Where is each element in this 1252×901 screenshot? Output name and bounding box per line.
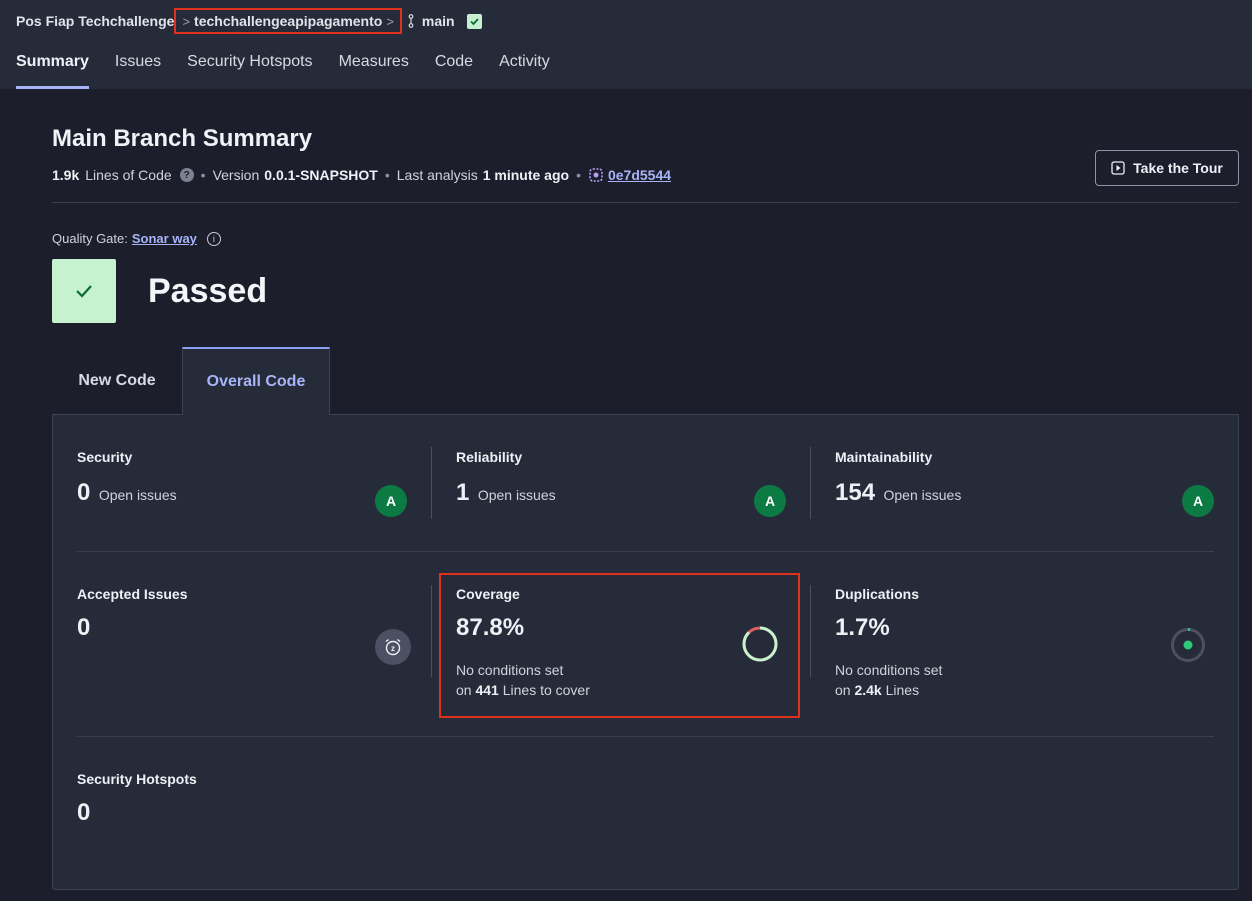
duplications-note-prefix: on [835, 682, 851, 698]
reliability-sub: Open issues [477, 487, 556, 503]
meta-separator: • [576, 167, 581, 183]
divider [431, 585, 432, 677]
maintainability-value[interactable]: 154 [835, 479, 875, 506]
duplications-title: Duplications [835, 586, 920, 602]
passed-check-icon [52, 259, 116, 323]
security-sub: Open issues [98, 487, 177, 503]
security-value[interactable]: 0 [77, 479, 90, 506]
quality-gate-label: Quality Gate: Sonar way i [52, 231, 221, 246]
quality-gate-check-icon [466, 13, 482, 29]
breadcrumb-separator: > [182, 13, 191, 29]
help-icon[interactable]: ? [179, 168, 194, 182]
take-the-tour-label: Take the Tour [1133, 160, 1223, 176]
commit-link[interactable]: 0e7d5544 [608, 167, 671, 183]
divider [77, 551, 1214, 552]
divider [52, 202, 1239, 203]
tab-summary[interactable]: Summary [16, 51, 89, 89]
analysis-value: 1 minute ago [482, 167, 570, 183]
accepted-issues-title: Accepted Issues [77, 586, 188, 602]
branch-icon [408, 14, 414, 28]
duplications-lines-value: 2.4k [854, 682, 882, 698]
duplications-value[interactable]: 1.7% [835, 614, 942, 642]
project-nav: Summary Issues Security Hotspots Measure… [16, 51, 576, 89]
tab-code[interactable]: Code [435, 51, 473, 89]
page-title: Main Branch Summary [52, 125, 313, 152]
play-icon [1111, 161, 1125, 175]
coverage-highlight-box [439, 573, 800, 718]
duplications-note-conditions: No conditions set [835, 662, 943, 678]
quality-gate-title: Quality Gate: [52, 231, 128, 246]
duplications-note: No conditions set on 2.4k Lines [835, 660, 942, 700]
commit-icon [589, 168, 603, 182]
project-meta: 1.9k Lines of Code ? • Version 0.0.1-SNA… [52, 167, 671, 183]
analysis-label: Last analysis [396, 167, 478, 183]
duplications-note-lines: on 2.4k Lines [835, 680, 942, 700]
snooze-icon-label: z [391, 644, 395, 653]
tab-issues[interactable]: Issues [115, 51, 161, 89]
breadcrumb-separator: > [386, 13, 394, 29]
reliability-card[interactable]: Reliability 1 Open issues [456, 449, 556, 507]
security-hotspots-value[interactable]: 0 [77, 799, 197, 827]
security-title: Security [77, 449, 133, 465]
tab-security-hotspots[interactable]: Security Hotspots [187, 51, 312, 89]
reliability-title: Reliability [456, 449, 523, 465]
breadcrumb-project-name[interactable]: techchallengeapipagamento [194, 13, 382, 29]
tab-measures[interactable]: Measures [339, 51, 409, 89]
divider [77, 736, 1214, 737]
breadcrumb-organization[interactable]: Pos Fiap Techchallenge [16, 13, 174, 29]
duplications-indicator-icon [1171, 627, 1205, 662]
accepted-issues-value[interactable]: 0 [77, 614, 188, 642]
tab-new-code[interactable]: New Code [52, 347, 182, 415]
security-hotspots-card[interactable]: Security Hotspots 0 [77, 771, 197, 827]
branch-name[interactable]: main [422, 13, 455, 29]
top-bar: Pos Fiap Techchallenge > techchallengeap… [0, 0, 1252, 89]
reliability-rating-badge[interactable]: A [754, 485, 786, 517]
branch-selector[interactable]: main [406, 13, 482, 29]
meta-separator: • [384, 167, 390, 183]
maintainability-title: Maintainability [835, 449, 933, 465]
divider [810, 447, 811, 519]
info-icon[interactable]: i [206, 231, 221, 246]
divider [431, 447, 432, 519]
snooze-icon: z [375, 629, 411, 665]
meta-separator: • [200, 167, 206, 183]
maintainability-sub: Open issues [883, 487, 962, 503]
divider [810, 585, 811, 677]
duplications-note-suffix: Lines [885, 682, 920, 698]
accepted-issues-card[interactable]: Accepted Issues 0 [77, 586, 188, 642]
version-value: 0.0.1-SNAPSHOT [264, 167, 378, 183]
quality-gate-link[interactable]: Sonar way [132, 231, 197, 246]
breadcrumb-project[interactable]: > techchallengeapipagamento > [174, 8, 402, 34]
security-card[interactable]: Security 0 Open issues [77, 449, 177, 507]
loc-label: Lines of Code [85, 167, 172, 183]
maintainability-rating-badge[interactable]: A [1182, 485, 1214, 517]
breadcrumb: Pos Fiap Techchallenge > techchallengeap… [16, 8, 482, 34]
tab-activity[interactable]: Activity [499, 51, 550, 89]
security-rating-badge[interactable]: A [375, 485, 407, 517]
quality-gate-status: Passed [148, 272, 268, 310]
take-the-tour-button[interactable]: Take the Tour [1095, 150, 1239, 186]
reliability-value[interactable]: 1 [456, 479, 469, 506]
measures-panel: Security 0 Open issues A Reliability 1 O… [52, 414, 1239, 890]
maintainability-card[interactable]: Maintainability 154 Open issues [835, 449, 961, 507]
code-tabs: New Code Overall Code [52, 347, 330, 415]
version-label: Version [212, 167, 260, 183]
tab-overall-code[interactable]: Overall Code [182, 347, 330, 415]
loc-value: 1.9k [52, 167, 80, 183]
duplications-card[interactable]: Duplications 1.7% No conditions set on 2… [835, 586, 942, 700]
security-hotspots-title: Security Hotspots [77, 771, 197, 787]
